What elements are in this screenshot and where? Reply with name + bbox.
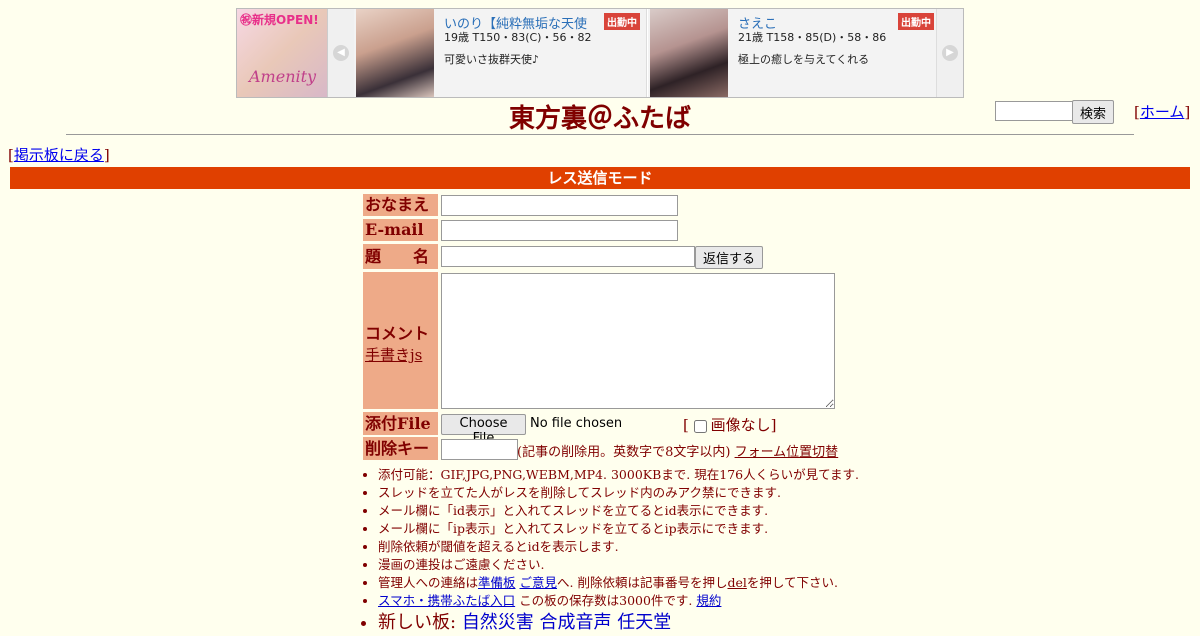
mobile-entry-link[interactable]: スマホ・携帯ふたば入口 [378, 593, 515, 608]
subject-label: 題 名 [363, 244, 438, 269]
form-position-toggle-link[interactable]: フォーム位置切替 [735, 445, 839, 460]
back-link-wrapper: [掲示板に戻る] [8, 146, 110, 164]
notes-list: 添付可能：GIF,JPG,PNG,WEBM,MP4. 3000KBまで. 現在1… [360, 466, 898, 636]
file-label: 添付File [363, 412, 438, 435]
contact-note: 管理人への連絡は準備板 ご意見へ. 削除依頼は記事番号を押しdelを押して下さい… [378, 574, 898, 592]
list-item: 添付可能：GIF,JPG,PNG,WEBM,MP4. 3000KBまで. 現在1… [378, 466, 898, 484]
home-link[interactable]: ホーム [1140, 103, 1185, 121]
home-link-wrapper: [ホーム] [1134, 103, 1191, 121]
chevron-left-icon: ◀ [333, 45, 349, 61]
delete-key-field[interactable] [441, 439, 518, 460]
list-item: スレッドを立てた人がレスを削除してスレッド内のみアク禁にできます. [378, 484, 898, 502]
reply-mode-bar: レス送信モード [10, 167, 1190, 189]
mobile-note: スマホ・携帯ふたば入口 この板の保存数は3000件です. 規約 [378, 592, 898, 610]
status-badge: 出勤中 [898, 13, 934, 30]
no-image-checkbox[interactable] [693, 419, 707, 433]
prep-board-link[interactable]: 準備板 [478, 575, 516, 590]
email-label: E-mail [363, 219, 438, 241]
carousel-prev-button[interactable]: ◀ [328, 9, 355, 97]
feedback-link[interactable]: ご意見 [520, 575, 558, 590]
comment-label-cell: コメント 手書きjs [363, 272, 438, 409]
card-photo [356, 9, 434, 97]
list-item: メール欄に「id表示」と入れてスレッドを立てるとid表示にできます. [378, 502, 898, 520]
name-label: おなまえ [363, 194, 438, 216]
chevron-right-icon: ▶ [942, 45, 958, 61]
contact-middle: へ. 削除依頼は記事番号を押し [557, 575, 728, 590]
delete-key-note: (記事の削除用。英数字で8文字以内) [517, 445, 731, 460]
card-desc: 極上の癒しを与えてくれる [738, 53, 870, 66]
list-item: メール欄に「ip表示」と入れてスレッドを立てるとip表示にできます. [378, 520, 898, 538]
carousel-next-button[interactable]: ▶ [936, 9, 963, 97]
comment-label: コメント [365, 324, 430, 343]
list-item: 削除依頼が閾値を超えるとidを表示します. [378, 538, 898, 556]
promo-shop-name: Amenity [249, 67, 317, 86]
delete-key-note-row: (記事の削除用。英数字で8文字以内) フォーム位置切替 [517, 441, 838, 460]
ad-banner[interactable]: ㊗新規OPEN! Amenity ◀ いのり【純粋無垢な天使 出勤中 19歳 T… [236, 8, 964, 98]
del-link[interactable]: del [727, 575, 746, 590]
promo-text: ㊗新規OPEN! [240, 13, 319, 27]
card-stats: 19歳 T150・83(C)・56・82 [444, 31, 592, 44]
back-to-board-link[interactable]: 掲示板に戻る [14, 146, 104, 164]
reply-button[interactable]: 返信する [695, 246, 763, 269]
name-field[interactable] [441, 195, 678, 216]
delete-key-label: 削除キー [363, 437, 438, 460]
rules-link[interactable]: 規約 [696, 593, 721, 608]
card-photo [650, 9, 728, 97]
divider [66, 134, 1134, 135]
no-image-label: 画像なし [710, 416, 771, 434]
banner-card[interactable]: さえこ 出勤中 21歳 T158・85(D)・58・86 極上の癒しを与えてくれ… [648, 9, 941, 97]
choose-file-button[interactable]: Choose File [441, 414, 526, 446]
storage-note: この板の保存数は3000件です. [519, 593, 693, 608]
list-item: 漫画の連投はご遠慮ください. [378, 556, 898, 574]
contact-prefix: 管理人への連絡は [378, 575, 479, 590]
search-input[interactable] [995, 101, 1073, 121]
new-boards-note: 新しい板: 自然災害 合成音声 任天堂 [378, 610, 898, 636]
email-field[interactable] [441, 220, 678, 241]
subject-field[interactable] [441, 246, 695, 267]
search-button[interactable]: 検索 [1072, 100, 1114, 124]
contact-suffix: を押して下さい. [746, 575, 838, 590]
card-stats: 21歳 T158・85(D)・58・86 [738, 31, 887, 44]
card-desc: 可愛いさ抜群天使♪ [444, 53, 540, 66]
handwrite-link[interactable]: 手書きjs [365, 346, 422, 364]
comment-textarea[interactable] [441, 273, 835, 409]
file-status: No file chosen [530, 416, 623, 431]
status-badge: 出勤中 [604, 13, 640, 30]
banner-card[interactable]: いのり【純粋無垢な天使 出勤中 19歳 T150・83(C)・56・82 可愛い… [354, 9, 647, 97]
no-image-option: [ 画像なし] [683, 416, 777, 434]
promo-image[interactable]: ㊗新規OPEN! Amenity [237, 9, 328, 97]
